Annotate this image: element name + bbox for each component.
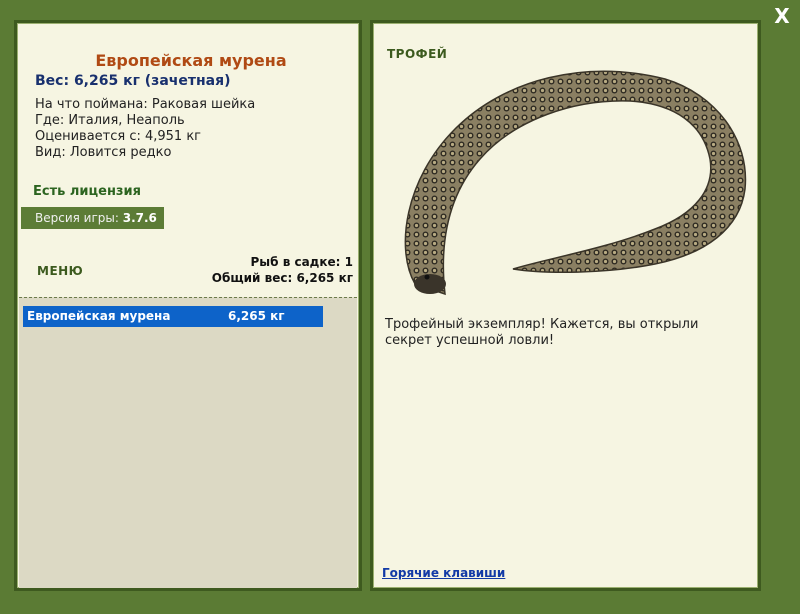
fish-valued-from: Оценивается с: 4,951 кг: [35, 129, 202, 144]
catch-list-item[interactable]: Европейская мурена 6,265 кг: [23, 306, 323, 327]
keep-total-weight: Общий вес: 6,265 кг: [211, 271, 353, 285]
moray-eel-image: [404, 70, 747, 296]
keep-stats: Рыб в садке: 1 Общий вес: 6,265 кг: [212, 254, 353, 286]
fish-location: Где: Италия, Неаполь: [35, 113, 185, 128]
catch-item-name: Европейская мурена: [27, 309, 171, 323]
trophy-panel: ТРОФЕЙ Трофейный экземпляр! Кажется, вы …: [370, 20, 761, 591]
trophy-description: Трофейный экземпляр! Кажется, вы открыли…: [385, 317, 699, 348]
hotkeys-link[interactable]: Горячие клавиши: [382, 566, 505, 580]
license-status: Есть лицензия: [33, 184, 141, 199]
version-value: 3.7.6: [122, 211, 157, 225]
version-label: Версия игры:: [35, 211, 119, 225]
fish-info-panel: Европейская мурена Вес: 6,265 кг (зачетн…: [14, 20, 362, 591]
fish-bait: На что поймана: Раковая шейка: [35, 97, 256, 112]
menu-button[interactable]: МЕНЮ: [37, 264, 83, 278]
fish-name-title: Европейская мурена: [95, 51, 287, 70]
version-bar: Версия игры: 3.7.6: [21, 207, 164, 229]
catch-list: Европейская мурена 6,265 кг: [19, 297, 357, 588]
fish-weight: Вес: 6,265 кг (зачетная): [35, 73, 231, 89]
keep-count: Рыб в садке: 1: [250, 255, 354, 269]
close-button[interactable]: X: [770, 4, 794, 28]
fish-rarity: Вид: Ловится редко: [35, 145, 172, 160]
catch-item-weight: 6,265 кг: [228, 309, 285, 323]
